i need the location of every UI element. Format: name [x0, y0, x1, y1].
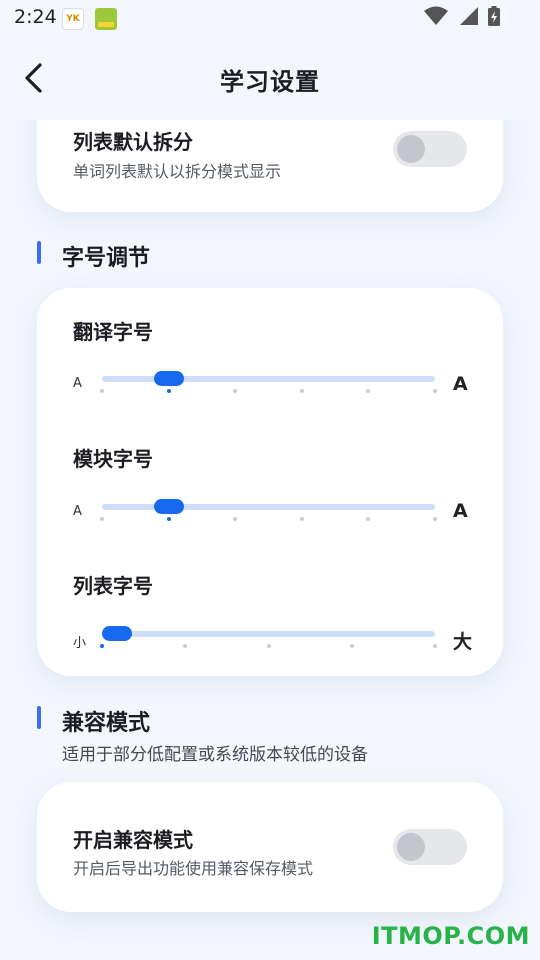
slider-tick-dot: [433, 644, 437, 648]
slider-tick-dot: [299, 389, 304, 393]
compat-setting-title: 开启兼容模式: [73, 828, 193, 852]
compat-section-description: 适用于部分低配置或系统版本较低的设备: [62, 745, 368, 765]
list-font-slider[interactable]: [100, 626, 437, 648]
compat-setting-card: 开启兼容模式 开启后导出功能使用兼容保存模式: [37, 782, 503, 912]
slider-tick-dot: [433, 389, 437, 393]
slider-tick-dot: [183, 644, 188, 648]
slider-max-label: A: [453, 500, 468, 522]
compat-setting-subtitle: 开启后导出功能使用兼容保存模式: [73, 859, 314, 878]
slider-max-label: 大: [453, 631, 473, 653]
module-font-label: 模块字号: [73, 447, 153, 471]
compat-section-title: 兼容模式: [62, 711, 151, 736]
slider-tick-dot: [266, 644, 271, 648]
slider-tick-dot: [433, 517, 437, 521]
slider-tick-dot: [233, 517, 238, 521]
translation-font-slider[interactable]: [100, 371, 437, 393]
toggle-knob: [397, 833, 425, 861]
module-font-slider[interactable]: [100, 499, 437, 521]
slider-tick-dot: [299, 517, 304, 521]
app-notification-icon-2: [95, 8, 117, 30]
status-time: 2:24: [14, 6, 57, 28]
slider-thumb[interactable]: [153, 499, 184, 514]
page-title: 学习设置: [220, 68, 320, 96]
slider-max-label: A: [453, 373, 468, 395]
wifi-icon: [424, 6, 448, 25]
toggle-knob: [397, 135, 425, 163]
status-bar: 2:24 YK: [0, 0, 540, 36]
section-accent-bar: [37, 706, 41, 729]
slider-tick-dot: [100, 644, 104, 648]
split-setting-subtitle: 单词列表默认以拆分模式显示: [73, 162, 282, 181]
slider-min-label: 小: [73, 636, 87, 651]
slider-min-label: A: [73, 376, 82, 391]
font-size-card: 翻译字号 A A 模块字号 A A 列表字号 小 大: [37, 288, 503, 676]
slider-tick-dot: [233, 389, 238, 393]
slider-min-label: A: [73, 504, 82, 519]
slider-tick-dot: [366, 517, 371, 521]
app-notification-icon: YK: [62, 8, 84, 30]
slider-tick-dot: [166, 389, 171, 393]
split-toggle[interactable]: [393, 131, 467, 167]
slider-tick-dot: [349, 644, 354, 648]
app-header: 学习设置: [0, 36, 540, 120]
slider-tick-dot: [166, 517, 171, 521]
battery-charging-icon: [488, 6, 500, 26]
split-setting-title: 列表默认拆分: [73, 130, 193, 154]
font-section-title: 字号调节: [62, 246, 151, 271]
signal-icon: [460, 7, 478, 25]
compat-toggle[interactable]: [393, 829, 467, 865]
translation-font-label: 翻译字号: [73, 320, 153, 344]
slider-tick-dot: [100, 389, 104, 393]
list-font-label: 列表字号: [73, 574, 153, 598]
watermark-logo: ITMOP.COM: [371, 922, 530, 950]
section-accent-bar: [37, 241, 41, 264]
slider-tick-dot: [100, 517, 104, 521]
slider-tick-dot: [366, 389, 371, 393]
system-icons: [424, 6, 500, 26]
slider-thumb[interactable]: [153, 371, 184, 386]
slider-thumb[interactable]: [102, 626, 132, 641]
